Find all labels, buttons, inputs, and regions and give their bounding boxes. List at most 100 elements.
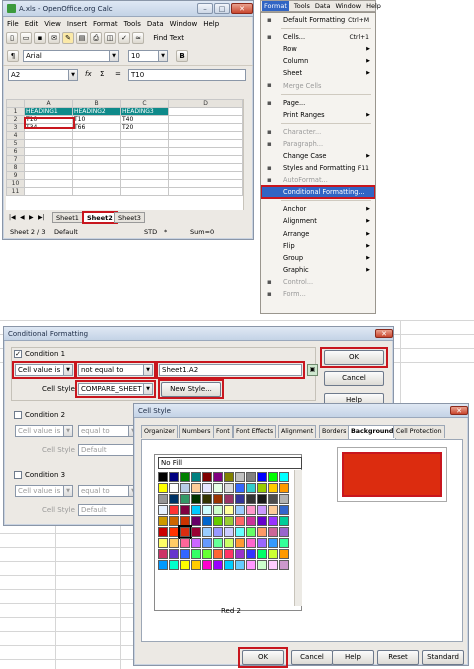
tab-font[interactable]: Font — [213, 425, 233, 438]
equals-icon[interactable]: = — [115, 70, 121, 78]
color-swatch[interactable] — [158, 527, 168, 537]
format-menu-item[interactable]: Print Ranges ▶ — [261, 109, 375, 121]
minimize-button[interactable]: – — [197, 3, 213, 14]
save-icon[interactable]: ▪ — [34, 32, 46, 44]
cell[interactable] — [168, 107, 243, 116]
row-header[interactable]: 8 — [6, 163, 25, 172]
color-swatch[interactable] — [246, 472, 256, 482]
find-text-label[interactable]: Find Text — [153, 34, 184, 42]
format-menu-item[interactable]: ▪ Form... — [261, 288, 375, 300]
menu-tools[interactable]: Tools — [124, 20, 141, 28]
format-menu-item[interactable]: Sheet ▶ — [261, 67, 375, 79]
color-swatch[interactable] — [180, 472, 190, 482]
color-swatch[interactable] — [246, 483, 256, 493]
color-swatch[interactable] — [246, 494, 256, 504]
menu-file[interactable]: File — [7, 20, 19, 28]
format-menu-item[interactable]: ▪ Character... — [261, 126, 375, 138]
menu-tools[interactable]: Tools — [294, 1, 310, 11]
color-swatch[interactable] — [202, 516, 212, 526]
tab-nav-next-icon[interactable]: ▶ — [29, 214, 34, 221]
vertical-scrollbar[interactable] — [243, 99, 251, 210]
format-menu-item[interactable]: Flip ▶ — [261, 240, 375, 252]
cond-cancel-button[interactable]: Cancel — [324, 371, 384, 386]
color-swatch[interactable] — [158, 516, 168, 526]
color-swatch[interactable] — [169, 549, 179, 559]
color-swatch[interactable] — [169, 560, 179, 570]
cell[interactable] — [120, 155, 169, 164]
color-swatch[interactable] — [213, 505, 223, 515]
menu-format-active[interactable]: Format — [262, 1, 289, 11]
color-swatch[interactable] — [213, 527, 223, 537]
cell[interactable] — [24, 139, 73, 148]
color-swatch[interactable] — [224, 505, 234, 515]
tab-organizer[interactable]: Organizer — [141, 425, 178, 438]
color-swatch[interactable] — [191, 549, 201, 559]
color-swatch[interactable] — [180, 494, 190, 504]
cell[interactable] — [24, 147, 73, 156]
format-menu-item[interactable]: Arrange ▶ — [261, 228, 375, 240]
color-swatch[interactable] — [268, 483, 278, 493]
cell[interactable] — [72, 179, 121, 188]
color-swatch[interactable] — [202, 472, 212, 482]
corner-cell[interactable] — [6, 99, 25, 108]
cell[interactable] — [24, 163, 73, 172]
preview-icon[interactable]: ◫ — [104, 32, 116, 44]
styles-icon[interactable]: ¶ — [7, 50, 19, 62]
format-menu-item[interactable]: Change Case ▶ — [261, 150, 375, 162]
color-swatch[interactable] — [191, 505, 201, 515]
row-header[interactable]: 11 — [6, 187, 25, 196]
color-swatch[interactable] — [213, 483, 223, 493]
pdf-icon[interactable]: ▤ — [76, 32, 88, 44]
cellstyle-reset-button[interactable]: Reset — [377, 650, 419, 665]
color-swatch[interactable] — [257, 560, 267, 570]
color-swatch[interactable] — [246, 560, 256, 570]
format-menu-item[interactable]: ▪ Control... — [261, 276, 375, 288]
cell[interactable] — [120, 147, 169, 156]
format-menu-item[interactable]: ▪ Default Formatting Ctrl+M — [261, 14, 375, 26]
color-swatch[interactable] — [169, 538, 179, 548]
tab-alignment[interactable]: Alignment — [278, 425, 317, 438]
color-swatch[interactable] — [279, 472, 289, 482]
cellstyle-help-button[interactable]: Help — [332, 650, 374, 665]
color-swatch[interactable] — [268, 505, 278, 515]
color-swatch[interactable] — [191, 538, 201, 548]
cell[interactable] — [168, 115, 243, 124]
color-swatch[interactable] — [169, 527, 179, 537]
tab-nav-prev-icon[interactable]: ◀ — [20, 214, 25, 221]
menu-window[interactable]: Window — [335, 1, 361, 11]
sum-icon[interactable]: Σ — [100, 70, 104, 78]
color-swatch[interactable] — [180, 483, 190, 493]
color-swatch[interactable] — [279, 527, 289, 537]
email-icon[interactable]: ✉ — [48, 32, 60, 44]
condition-2-style-select[interactable]: Default — [78, 444, 138, 456]
color-swatch[interactable] — [224, 516, 234, 526]
format-menu-item[interactable]: Conditional Formatting... — [261, 185, 375, 200]
sheet-tab-1[interactable]: Sheet1 — [52, 212, 83, 223]
row-header[interactable]: 1 — [6, 107, 25, 116]
color-swatch[interactable] — [257, 538, 267, 548]
color-swatch[interactable] — [191, 472, 201, 482]
new-icon[interactable]: ▯ — [6, 32, 18, 44]
condition-2-operator-select[interactable]: equal to▼ — [78, 425, 138, 437]
row-header[interactable]: 10 — [6, 179, 25, 188]
color-swatch[interactable] — [169, 472, 179, 482]
color-swatch[interactable] — [178, 525, 192, 539]
menu-edit[interactable]: Edit — [25, 20, 39, 28]
row-header[interactable]: 4 — [6, 131, 25, 140]
color-swatch[interactable] — [202, 560, 212, 570]
tab-cell-protection[interactable]: Cell Protection — [393, 425, 445, 438]
shrink-icon[interactable]: ▣ — [307, 364, 318, 376]
cell[interactable] — [168, 187, 243, 196]
no-fill-option[interactable]: No Fill — [158, 457, 302, 469]
color-swatch[interactable] — [158, 472, 168, 482]
bold-icon[interactable]: B — [176, 50, 188, 62]
color-swatch[interactable] — [246, 538, 256, 548]
tab-numbers[interactable]: Numbers — [179, 425, 214, 438]
color-swatch[interactable] — [235, 516, 245, 526]
format-menu-item[interactable]: ▪ Styles and Formatting F11 — [261, 162, 375, 174]
column-header[interactable]: D — [168, 99, 243, 108]
color-swatch[interactable] — [257, 483, 267, 493]
color-swatch[interactable] — [257, 516, 267, 526]
color-swatch[interactable] — [279, 494, 289, 504]
format-menu-item[interactable]: ▪ Cells... Ctrl+1 — [261, 31, 375, 43]
